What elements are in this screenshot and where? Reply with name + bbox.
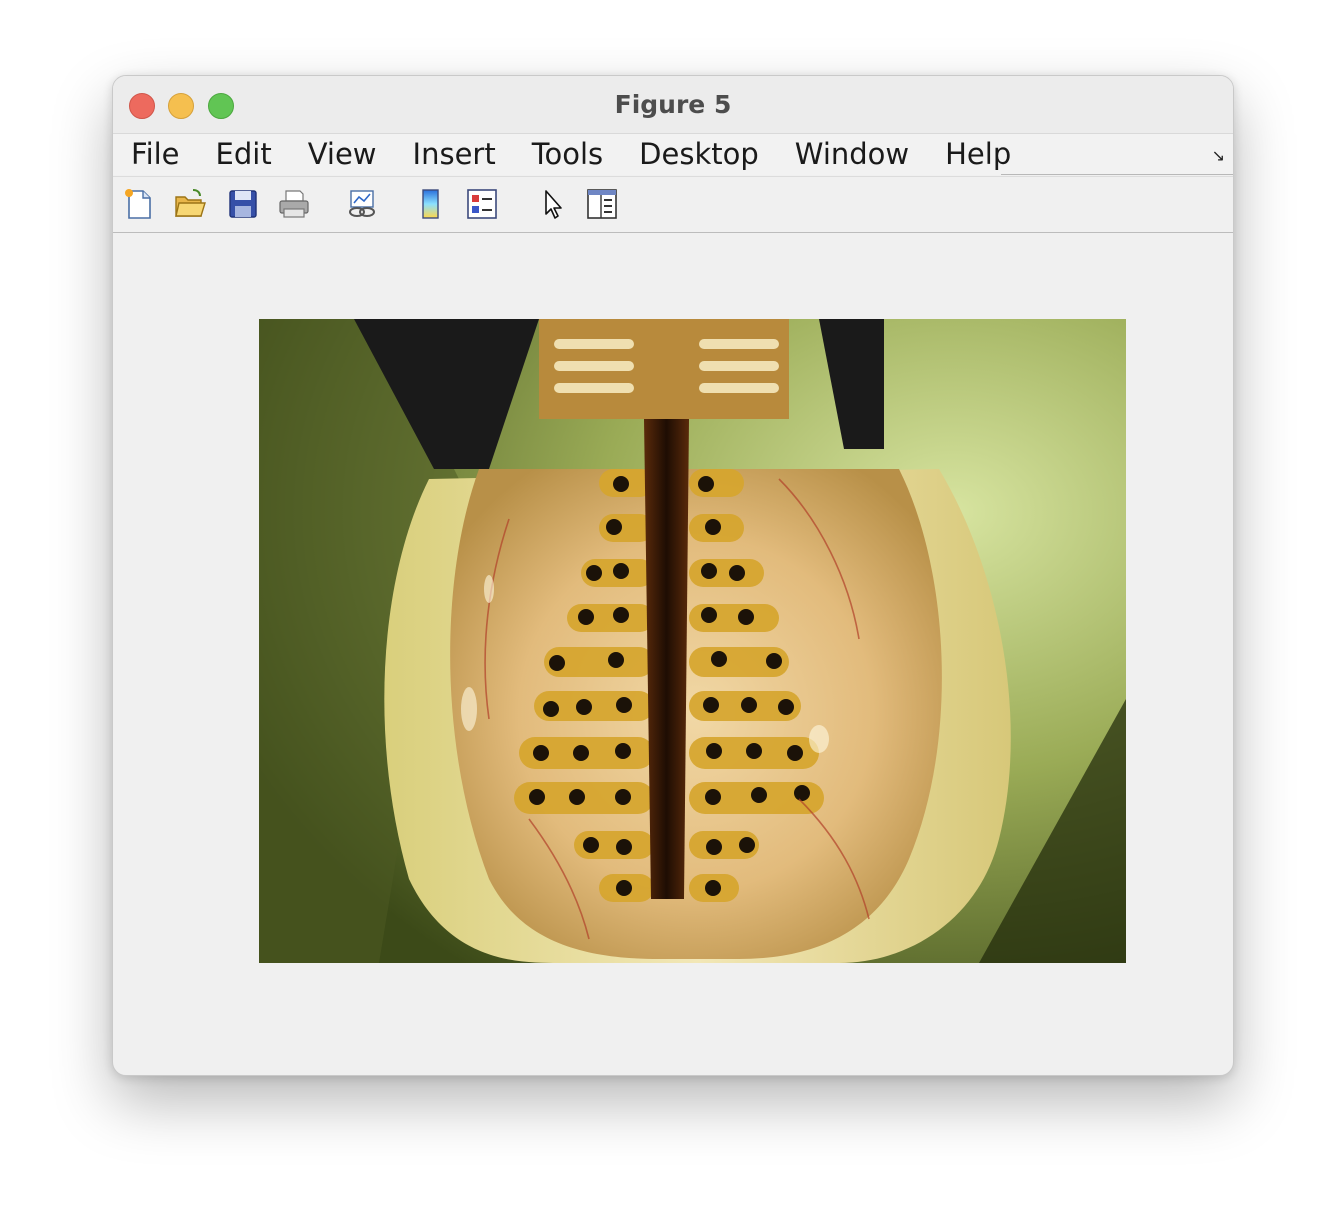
menu-divider — [1001, 174, 1233, 175]
menu-bar: File Edit View Insert Tools Desktop Wind… — [113, 134, 1233, 175]
menu-insert[interactable]: Insert — [413, 134, 496, 175]
figure-toolbar — [113, 176, 1233, 233]
menu-tools[interactable]: Tools — [532, 134, 603, 175]
open-file-icon[interactable] — [173, 187, 207, 221]
menu-view[interactable]: View — [308, 134, 377, 175]
window-title: Figure 5 — [614, 90, 732, 119]
menu-edit[interactable]: Edit — [216, 134, 272, 175]
figure-window: Figure 5 File Edit View Insert Tools Des… — [112, 75, 1234, 1076]
dock-figure-icon[interactable]: ↘ — [1212, 146, 1225, 166]
print-figure-icon[interactable] — [277, 187, 311, 221]
insert-legend-icon[interactable] — [465, 187, 499, 221]
menu-window[interactable]: Window — [795, 134, 909, 175]
menu-help[interactable]: Help — [945, 134, 1011, 175]
new-figure-icon[interactable] — [122, 187, 156, 221]
menu-desktop[interactable]: Desktop — [639, 134, 759, 175]
save-figure-icon[interactable] — [226, 187, 260, 221]
menu-file[interactable]: File — [131, 134, 180, 175]
insert-colorbar-icon[interactable] — [414, 187, 448, 221]
electrode-array-photo — [259, 319, 1126, 963]
property-inspector-icon[interactable] — [585, 187, 619, 221]
link-plot-icon[interactable] — [345, 187, 379, 221]
figure-axes[interactable] — [259, 319, 1126, 963]
title-bar[interactable]: Figure 5 — [113, 76, 1233, 134]
edit-plot-icon[interactable] — [536, 187, 570, 221]
